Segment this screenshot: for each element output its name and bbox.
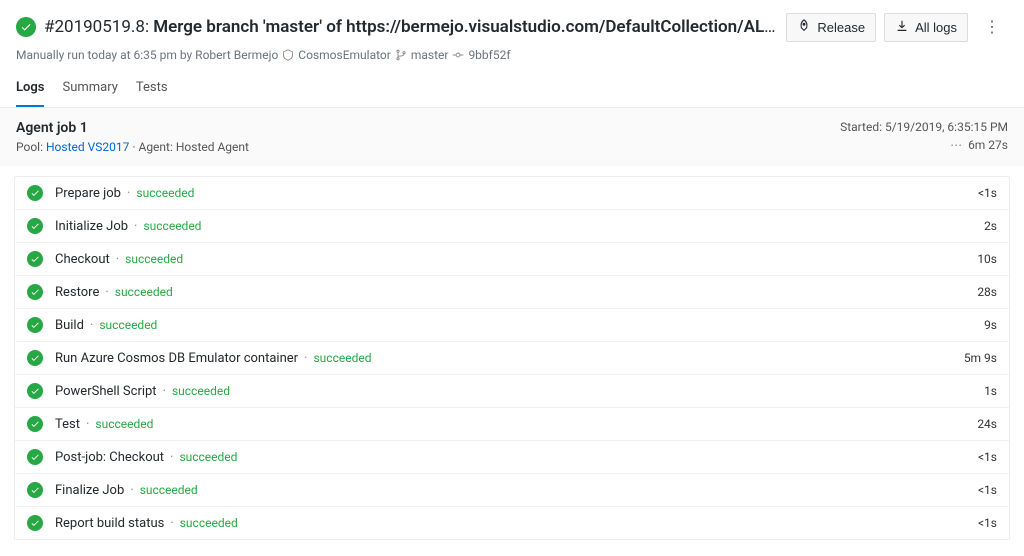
job-title: Agent job 1 bbox=[16, 120, 249, 136]
tab-tests[interactable]: Tests bbox=[136, 80, 168, 107]
step-status: succeeded bbox=[172, 384, 230, 398]
step-name: Finalize Job bbox=[55, 483, 124, 498]
step-row[interactable]: Build·succeeded9s bbox=[15, 309, 1009, 342]
tabs: Logs Summary Tests bbox=[0, 62, 1024, 108]
tab-logs[interactable]: Logs bbox=[16, 80, 44, 107]
step-status: succeeded bbox=[313, 351, 371, 365]
check-icon bbox=[27, 449, 43, 465]
step-row[interactable]: Checkout·succeeded10s bbox=[15, 243, 1009, 276]
kebab-icon: ⋮ bbox=[984, 19, 1000, 36]
build-status-icon bbox=[16, 17, 36, 37]
check-icon bbox=[27, 515, 43, 531]
check-icon bbox=[27, 416, 43, 432]
pool-link[interactable]: Hosted VS2017 bbox=[46, 140, 129, 154]
step-row[interactable]: Test·succeeded24s bbox=[15, 408, 1009, 441]
build-title: Merge branch 'master' of https://bermejo… bbox=[153, 17, 778, 37]
step-status: succeeded bbox=[136, 186, 194, 200]
job-started: Started: 5/19/2019, 6:35:15 PM bbox=[840, 120, 1008, 134]
step-row[interactable]: Prepare job·succeeded<1s bbox=[15, 177, 1009, 210]
step-time: <1s bbox=[978, 483, 997, 497]
check-icon bbox=[27, 383, 43, 399]
step-name: Run Azure Cosmos DB Emulator container bbox=[55, 351, 298, 366]
step-list: Prepare job·succeeded<1sInitialize Job·s… bbox=[14, 176, 1010, 540]
check-icon bbox=[27, 251, 43, 267]
job-duration: ⋯ 6m 27s bbox=[840, 138, 1008, 152]
step-status: succeeded bbox=[179, 450, 237, 464]
step-name: Initialize Job bbox=[55, 219, 128, 234]
ellipsis-icon[interactable]: ⋯ bbox=[950, 138, 962, 152]
step-status: succeeded bbox=[125, 252, 183, 266]
step-name: PowerShell Script bbox=[55, 384, 157, 399]
step-time: 28s bbox=[977, 285, 997, 299]
check-icon bbox=[27, 284, 43, 300]
step-time: 5m 9s bbox=[964, 351, 997, 365]
tab-summary[interactable]: Summary bbox=[62, 80, 117, 107]
download-icon bbox=[895, 19, 909, 36]
release-button[interactable]: Release bbox=[786, 13, 876, 42]
step-time: 24s bbox=[977, 417, 997, 431]
check-icon bbox=[27, 482, 43, 498]
check-icon bbox=[27, 317, 43, 333]
step-row[interactable]: Initialize Job·succeeded2s bbox=[15, 210, 1009, 243]
step-name: Test bbox=[55, 417, 80, 432]
step-row[interactable]: PowerShell Script·succeeded1s bbox=[15, 375, 1009, 408]
step-time: <1s bbox=[978, 516, 997, 530]
step-status: succeeded bbox=[140, 483, 198, 497]
repo-icon bbox=[282, 49, 294, 61]
step-status: succeeded bbox=[95, 417, 153, 431]
step-name: Report build status bbox=[55, 516, 164, 531]
step-row[interactable]: Run Azure Cosmos DB Emulator container·s… bbox=[15, 342, 1009, 375]
step-status: succeeded bbox=[115, 285, 173, 299]
rocket-icon bbox=[797, 19, 811, 36]
step-row[interactable]: Finalize Job·succeeded<1s bbox=[15, 474, 1009, 507]
step-row[interactable]: Report build status·succeeded<1s bbox=[15, 507, 1009, 539]
commit-icon bbox=[452, 49, 464, 61]
step-row[interactable]: Post-job: Checkout·succeeded<1s bbox=[15, 441, 1009, 474]
check-icon bbox=[27, 350, 43, 366]
all-logs-button[interactable]: All logs bbox=[884, 13, 968, 42]
step-time: 1s bbox=[984, 384, 997, 398]
step-status: succeeded bbox=[180, 516, 238, 530]
build-subtitle: Manually run today at 6:35 pm by Robert … bbox=[16, 48, 1008, 62]
step-time: 9s bbox=[984, 318, 997, 332]
page-title: #20190519.8: Merge branch 'master' of ht… bbox=[44, 17, 778, 37]
step-row[interactable]: Restore·succeeded28s bbox=[15, 276, 1009, 309]
more-menu-button[interactable]: ⋮ bbox=[976, 12, 1008, 42]
step-name: Post-job: Checkout bbox=[55, 450, 164, 465]
check-icon bbox=[27, 185, 43, 201]
job-meta-left: Pool: Hosted VS2017 · Agent: Hosted Agen… bbox=[16, 140, 249, 154]
step-name: Checkout bbox=[55, 252, 110, 267]
step-status: succeeded bbox=[143, 219, 201, 233]
step-time: 10s bbox=[977, 252, 997, 266]
step-status: succeeded bbox=[99, 318, 157, 332]
step-time: <1s bbox=[978, 186, 997, 200]
step-time: 2s bbox=[984, 219, 997, 233]
step-name: Prepare job bbox=[55, 186, 121, 201]
step-name: Build bbox=[55, 318, 84, 333]
step-time: <1s bbox=[978, 450, 997, 464]
step-name: Restore bbox=[55, 285, 99, 300]
branch-icon bbox=[395, 49, 407, 61]
build-number: #20190519.8: bbox=[44, 17, 149, 37]
check-icon bbox=[27, 218, 43, 234]
